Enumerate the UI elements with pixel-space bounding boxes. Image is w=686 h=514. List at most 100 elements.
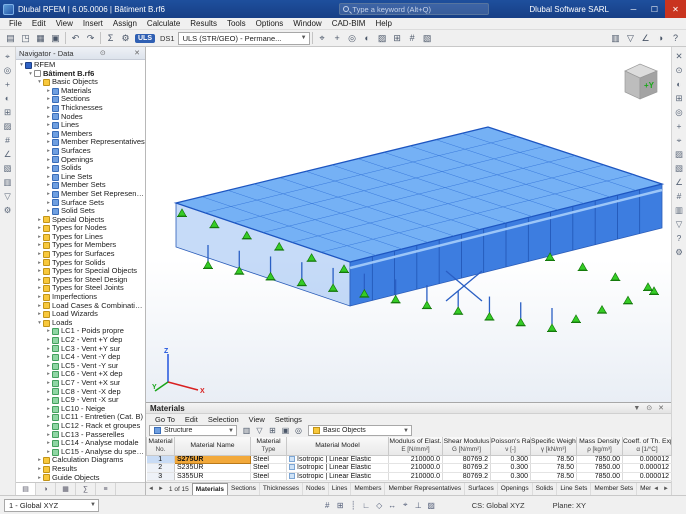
collapsed-arrow-icon[interactable]: ▸ <box>45 388 52 397</box>
collapsed-arrow-icon[interactable]: ▸ <box>36 267 43 276</box>
filter-icon[interactable]: ▽ <box>1 189 15 203</box>
collapsed-arrow-icon[interactable]: ▸ <box>45 181 52 190</box>
scroll-tabs-right-icon[interactable]: ► <box>661 486 671 492</box>
menu-results[interactable]: Results <box>185 19 222 28</box>
tree-item[interactable]: ▸ Solids <box>16 164 145 173</box>
prev-table-icon[interactable]: ◄ <box>146 486 156 492</box>
tree-item[interactable]: ▸ Members <box>16 130 145 139</box>
collapsed-arrow-icon[interactable]: ▸ <box>36 233 43 242</box>
display-icon[interactable]: ◑ <box>653 31 668 45</box>
collapsed-arrow-icon[interactable]: ▸ <box>45 327 52 336</box>
render-icon[interactable]: ▨ <box>425 499 438 512</box>
tree-item[interactable]: ▸ Imperfections <box>16 293 145 302</box>
move-icon[interactable]: + <box>330 31 345 45</box>
zoom-icon[interactable]: ◎ <box>345 31 360 45</box>
collapsed-arrow-icon[interactable]: ▸ <box>45 336 52 345</box>
tree-item[interactable]: ▸ LC2 - Vent +Y dep <box>16 336 145 345</box>
new-icon[interactable]: ▤ <box>3 31 18 45</box>
collapsed-arrow-icon[interactable]: ▸ <box>45 147 52 156</box>
collapsed-arrow-icon[interactable]: ▸ <box>45 87 52 96</box>
collapsed-arrow-icon[interactable]: ▸ <box>36 474 43 483</box>
ortho-icon[interactable]: ∟ <box>360 499 373 512</box>
filter-icon[interactable]: ▽ <box>623 31 638 45</box>
table-tab-lines[interactable]: Lines <box>329 483 352 495</box>
tree-item[interactable]: ▸ Load Cases & Combinations <box>16 302 145 311</box>
table-icon[interactable]: ▥ <box>240 425 253 437</box>
ds1-label[interactable]: DS1 <box>160 34 175 43</box>
tree-item[interactable]: ▸ LC11 - Entretien (Cat. B) <box>16 413 145 422</box>
grid-icon[interactable]: ⊞ <box>1 105 15 119</box>
print-icon[interactable]: ▣ <box>279 425 292 437</box>
tree-item[interactable]: ▸ LC5 - Vent -Y sur <box>16 362 145 371</box>
tree-item[interactable]: ▸ Calculation Diagrams <box>16 456 145 465</box>
structure-filter-select[interactable]: Structure ▼ <box>149 425 237 436</box>
tree-item[interactable]: ▾ Basic Objects <box>16 78 145 87</box>
tree-item[interactable]: ▸ Member Set Representatives <box>16 190 145 199</box>
collapsed-arrow-icon[interactable]: ▸ <box>36 250 43 259</box>
grid-icon[interactable]: ⊞ <box>390 31 405 45</box>
collapsed-arrow-icon[interactable]: ▸ <box>45 396 52 405</box>
tree-item[interactable]: ▾ Bâtiment B.rf6 <box>16 70 145 79</box>
pin-icon[interactable]: ⊙ <box>643 404 655 412</box>
layers-icon[interactable]: ▧ <box>420 31 435 45</box>
tree-item[interactable]: ▸ Line Sets <box>16 173 145 182</box>
pin-icon[interactable]: ⊙ <box>98 49 108 57</box>
navigator-tab-views[interactable]: ▦ <box>56 483 76 495</box>
collapsed-arrow-icon[interactable]: ▸ <box>36 456 43 465</box>
tree-item[interactable]: ▸ Thicknesses <box>16 104 145 113</box>
table-tab-line-sets[interactable]: Line Sets <box>557 483 592 495</box>
view-icon[interactable]: ◐ <box>360 31 375 45</box>
tree-item[interactable]: ▸ Nodes <box>16 113 145 122</box>
collapsed-arrow-icon[interactable]: ▸ <box>45 362 52 371</box>
tree-item[interactable]: ▸ Surfaces <box>16 147 145 156</box>
close-icon[interactable]: ✕ <box>655 404 667 412</box>
collapsed-arrow-icon[interactable]: ▸ <box>45 207 52 216</box>
uls-button[interactable]: ULS <box>135 33 155 43</box>
open-icon[interactable]: ◳ <box>18 31 33 45</box>
collapsed-arrow-icon[interactable]: ▸ <box>45 138 52 147</box>
tree-item[interactable]: ▸ LC6 - Vent +X dep <box>16 370 145 379</box>
tree-item[interactable]: ▸ Types for Steel Design <box>16 276 145 285</box>
chevron-down-icon[interactable]: ▼ <box>630 405 643 412</box>
tree-item[interactable]: ▸ Surface Sets <box>16 199 145 208</box>
collapsed-arrow-icon[interactable]: ▸ <box>45 370 52 379</box>
filter-icon[interactable]: ▽ <box>253 425 266 437</box>
collapsed-arrow-icon[interactable]: ▸ <box>45 405 52 414</box>
move-icon[interactable]: + <box>672 119 686 133</box>
grid-icon[interactable]: ⊞ <box>334 499 347 512</box>
view-icon[interactable]: ◐ <box>1 91 15 105</box>
collapsed-arrow-icon[interactable]: ▸ <box>45 113 52 122</box>
move-icon[interactable]: + <box>1 77 15 91</box>
dim-icon[interactable]: ↔ <box>386 499 399 512</box>
menu-assign[interactable]: Assign <box>108 19 142 28</box>
navigator-tab-display[interactable]: ◑ <box>36 483 56 495</box>
render-icon[interactable]: ▨ <box>375 31 390 45</box>
tree-item[interactable]: ▸ Types for Members <box>16 241 145 250</box>
settings-icon[interactable]: ⚙ <box>1 203 15 217</box>
measure-icon[interactable]: ∠ <box>1 147 15 161</box>
menu-cad-bim[interactable]: CAD-BIM <box>327 19 371 28</box>
zoom-icon[interactable]: ◎ <box>672 105 686 119</box>
collapsed-arrow-icon[interactable]: ▸ <box>36 302 43 311</box>
materials-menu-go-to[interactable]: Go To <box>150 415 180 424</box>
tree-item[interactable]: ▸ LC4 - Vent -Y dep <box>16 353 145 362</box>
layers-icon[interactable]: ▧ <box>1 161 15 175</box>
menu-file[interactable]: File <box>4 19 27 28</box>
layers-icon[interactable]: ▧ <box>672 161 686 175</box>
tree-item[interactable]: ▾ RFEM <box>16 61 145 70</box>
select-icon[interactable]: ⌖ <box>315 31 330 45</box>
tree-item[interactable]: ▸ LC7 - Vent +X sur <box>16 379 145 388</box>
menu-options[interactable]: Options <box>251 19 289 28</box>
collapsed-arrow-icon[interactable]: ▸ <box>36 276 43 285</box>
measure-icon[interactable]: ∠ <box>638 31 653 45</box>
collapsed-arrow-icon[interactable]: ▸ <box>45 199 52 208</box>
collapsed-arrow-icon[interactable]: ▸ <box>45 448 52 457</box>
menu-edit[interactable]: Edit <box>27 19 51 28</box>
materials-menu-selection[interactable]: Selection <box>203 415 244 424</box>
snap-icon[interactable]: # <box>405 31 420 45</box>
close-icon[interactable]: ✕ <box>132 49 142 57</box>
tree-item[interactable]: ▸ LC9 - Vent -X sur <box>16 396 145 405</box>
collapsed-arrow-icon[interactable]: ▸ <box>36 259 43 268</box>
select-icon[interactable]: ⌖ <box>399 499 412 512</box>
collapsed-arrow-icon[interactable]: ▸ <box>45 431 52 440</box>
